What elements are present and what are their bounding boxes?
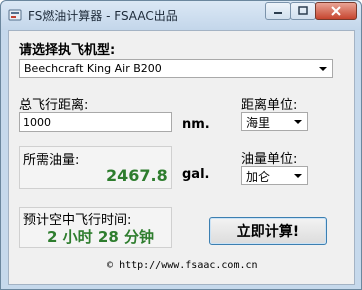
- distance-unit-selected: 海里: [246, 116, 271, 130]
- fuel-unit-text: gal.: [182, 167, 210, 182]
- fuel-unit-label: 油量单位:: [241, 152, 298, 167]
- title-bar[interactable]: FS燃油计算器 - FSAAC出品: [1, 1, 361, 30]
- window-title: FS燃油计算器 - FSAAC出品: [28, 9, 178, 23]
- footer-url: © http://www.fsaac.com.cn: [107, 260, 258, 271]
- distance-unit-text: nm.: [182, 117, 210, 132]
- calculate-button[interactable]: 立即计算!: [209, 217, 327, 245]
- fuel-result-value: 2467.8: [106, 166, 168, 185]
- client-area: 请选择执飞机型: Beechcraft King Air B200 总飞行距离:…: [8, 30, 355, 285]
- distance-label: 总飞行距离:: [19, 98, 89, 113]
- aircraft-selected-value: Beechcraft King Air B200: [24, 62, 162, 75]
- fuel-unit-selected: 加仑: [246, 170, 271, 184]
- maximize-icon: [298, 6, 308, 15]
- chevron-down-icon: [294, 174, 302, 178]
- aircraft-label: 请选择执飞机型:: [19, 43, 116, 58]
- distance-unit-label: 距离单位:: [241, 98, 298, 113]
- maximize-button[interactable]: [290, 2, 316, 20]
- footer-link-text[interactable]: http://www.fsaac.com.cn: [119, 260, 257, 271]
- minimize-icon: [274, 12, 282, 14]
- copyright-symbol: ©: [107, 260, 114, 271]
- distance-input[interactable]: 1000: [19, 112, 172, 132]
- app-window: FS燃油计算器 - FSAAC出品 请选择执飞机型: Beechcraft Ki…: [0, 0, 362, 290]
- chevron-down-icon: [319, 67, 327, 71]
- distance-value: 1000: [23, 116, 51, 129]
- minimize-button[interactable]: [265, 2, 291, 20]
- caption-buttons: [265, 2, 357, 20]
- aircraft-select[interactable]: Beechcraft King Air B200: [19, 59, 333, 78]
- app-icon: [8, 9, 22, 21]
- close-button[interactable]: [315, 2, 357, 20]
- fuel-result-panel: 所需油量: 2467.8: [19, 146, 172, 189]
- fuel-label: 所需油量:: [23, 153, 80, 168]
- distance-unit-select[interactable]: 海里: [241, 112, 308, 131]
- fuel-unit-select[interactable]: 加仑: [241, 166, 308, 185]
- flight-time-panel: 预计空中飞行时间: 2 小时 28 分钟: [19, 207, 172, 248]
- close-icon: [331, 6, 341, 16]
- chevron-down-icon: [294, 120, 302, 124]
- flight-time-value: 2 小时 28 分钟: [47, 228, 154, 246]
